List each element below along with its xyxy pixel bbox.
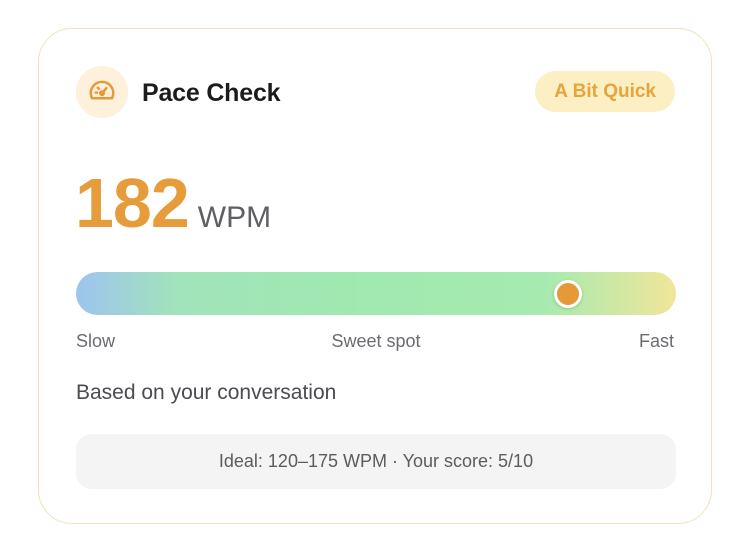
pace-check-card: Pace Check A Bit Quick 182 WPM Slow Swee… [38, 28, 712, 524]
ideal-range-text: Ideal: 120–175 WPM · Your score: 5/10 [218, 451, 534, 471]
wpm-readout: 182 WPM [75, 165, 271, 241]
pace-status-badge: A Bit Quick [535, 71, 675, 112]
pace-marker [554, 279, 582, 308]
speedometer-icon [76, 66, 128, 118]
card-title: Pace Check [142, 79, 281, 107]
ideal-range-footer: Ideal: 120–175 WPM · Your score: 5/10 [76, 434, 676, 489]
wpm-unit: WPM [197, 201, 272, 234]
source-text: Based on your conversation [76, 381, 337, 404]
pace-gauge-bar [76, 272, 676, 315]
wpm-value: 182 [75, 164, 190, 242]
scale-label-sweet-spot: Sweet spot [331, 331, 421, 351]
scale-label-fast: Fast [638, 331, 674, 351]
